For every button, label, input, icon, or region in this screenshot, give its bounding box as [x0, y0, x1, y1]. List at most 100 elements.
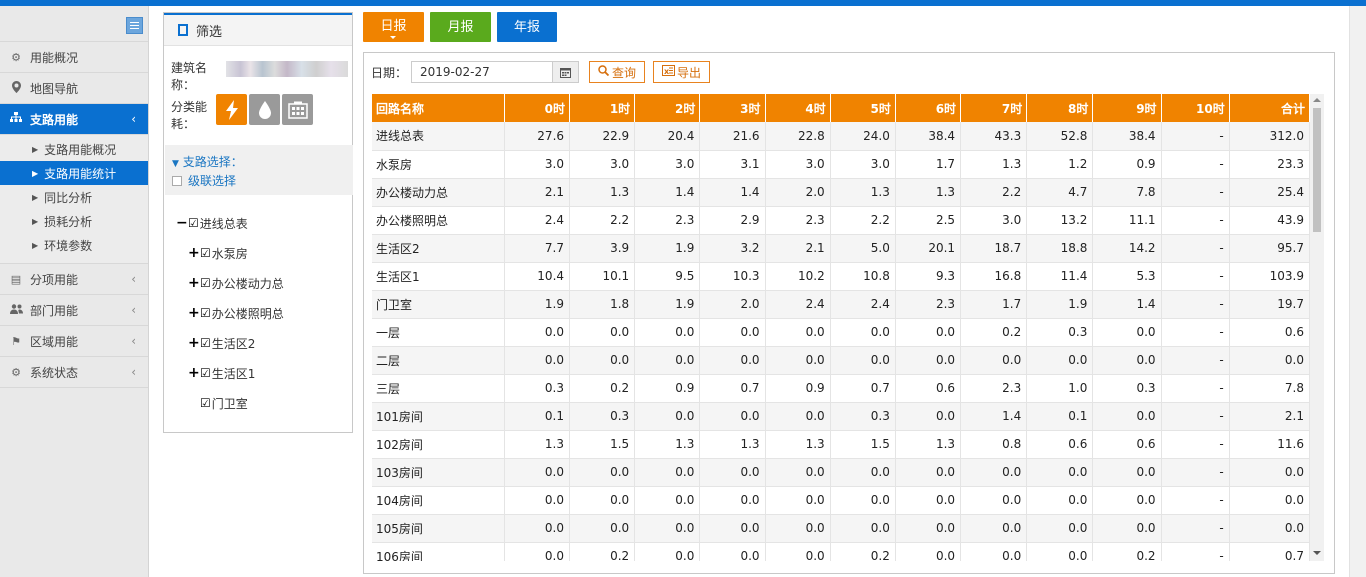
value-cell: 3.0	[765, 150, 831, 179]
sidebar-item-branch-energy[interactable]: 支路用能 ‹	[0, 104, 148, 135]
tree-node[interactable]: + ☑ 生活区1	[176, 358, 284, 388]
table-header-row: 回路名称 0时 1时 2时 3时 4时 5时 6时 7时 8时 9时 10时 合计	[372, 94, 1310, 122]
value-cell: 18.8	[1026, 234, 1094, 263]
table-scrollbar[interactable]	[1310, 94, 1324, 561]
tree-node[interactable]: − ☑ 进线总表	[176, 208, 284, 238]
value-cell: 1.9	[504, 290, 571, 319]
value-cell: 0.3	[569, 402, 636, 431]
value-cell: 0.0	[699, 346, 766, 375]
sidebar-item-department-energy[interactable]: 部门用能 ‹	[0, 295, 148, 326]
value-cell: 0.6	[1092, 430, 1162, 459]
sidebar-item-label: 系统状态	[30, 365, 79, 380]
scroll-up-icon[interactable]	[1313, 98, 1321, 102]
export-button[interactable]: x 导出	[653, 61, 711, 83]
tree-node[interactable]: ☑ 门卫室	[176, 388, 284, 418]
checkbox-checked-icon[interactable]: ☑	[200, 396, 211, 410]
building-icon[interactable]	[282, 94, 313, 125]
value-cell: 1.3	[504, 430, 571, 459]
value-cell: 27.6	[504, 122, 571, 151]
sidebar-subitem-loss-analysis[interactable]: ▶ 损耗分析	[0, 209, 148, 233]
value-cell: 25.4	[1229, 178, 1310, 207]
value-cell: 0.0	[504, 486, 571, 515]
circuit-name-cell: 生活区1	[372, 262, 505, 291]
tree-node[interactable]: + ☑ 办公楼照明总	[176, 298, 284, 328]
tree-node[interactable]: + ☑ 水泵房	[176, 238, 284, 268]
value-cell: 0.0	[1026, 514, 1094, 543]
expand-icon[interactable]: +	[188, 275, 200, 291]
value-cell: 7.8	[1092, 178, 1162, 207]
value-cell: 0.1	[504, 402, 571, 431]
scroll-down-icon[interactable]	[1313, 551, 1321, 555]
column-header: 6时	[895, 94, 962, 122]
yearly-report-button[interactable]: 年报	[497, 12, 557, 42]
sidebar-item-area-energy[interactable]: ⚑ 区域用能 ‹	[0, 326, 148, 357]
sidebar-subitem-yoy-analysis[interactable]: ▶ 同比分析	[0, 185, 148, 209]
table-row: 生活区1 10.4 10.1 9.5 10.3 10.2 10.8 9.3 16.8 11.4 5.…	[372, 262, 1310, 291]
value-cell: -	[1161, 122, 1230, 151]
expand-icon[interactable]: +	[188, 335, 200, 351]
water-icon[interactable]	[249, 94, 280, 125]
checkbox-checked-icon[interactable]: ☑	[188, 216, 199, 230]
chevron-left-icon: ‹	[131, 112, 136, 126]
value-cell: 0.0	[765, 458, 831, 487]
expand-icon[interactable]: +	[188, 365, 200, 381]
date-input[interactable]: 2019-02-27	[411, 61, 580, 83]
expand-icon[interactable]: +	[188, 305, 200, 321]
circuit-name-cell: 一层	[372, 318, 505, 347]
value-cell: 0.0	[830, 346, 896, 375]
value-cell: 2.0	[765, 178, 831, 207]
value-cell: 0.0	[830, 486, 896, 515]
value-cell: 10.8	[830, 262, 896, 291]
value-cell: 0.0	[1229, 346, 1310, 375]
building-name-select[interactable]	[226, 61, 348, 77]
value-cell: 1.2	[1026, 150, 1094, 179]
monthly-report-button[interactable]: 月报	[430, 12, 491, 42]
sidebar-item-itemized-energy[interactable]: ▤ 分项用能 ‹	[0, 264, 148, 295]
electricity-icon[interactable]	[216, 94, 247, 125]
value-cell: 7.7	[504, 234, 571, 263]
sidebar-subitem-branch-overview[interactable]: ▶ 支路用能概况	[0, 137, 148, 161]
value-cell: 0.0	[1229, 514, 1310, 543]
scroll-thumb[interactable]	[1313, 108, 1321, 232]
tree-node[interactable]: + ☑ 办公楼动力总	[176, 268, 284, 298]
value-cell: 0.0	[1026, 542, 1094, 561]
cascade-select[interactable]: 级联选择	[172, 172, 353, 189]
value-cell: 18.7	[960, 234, 1028, 263]
caret-right-icon: ▶	[32, 240, 39, 250]
table-row: 104房间 0.0 0.0 0.0 0.0 0.0 0.0 0.0 0.0 0.0 0.0-0.0	[372, 486, 1310, 515]
value-cell: 0.0	[895, 486, 962, 515]
expand-icon[interactable]: +	[188, 245, 200, 261]
calendar-icon[interactable]	[552, 62, 579, 82]
menu-toggle-icon[interactable]	[126, 17, 143, 34]
sidebar-subitem-branch-statistics[interactable]: ▶ 支路用能统计	[0, 161, 148, 185]
page-scrollbar[interactable]	[1349, 6, 1366, 577]
value-cell: -	[1161, 402, 1230, 431]
checkbox-checked-icon[interactable]: ☑	[200, 366, 211, 380]
checkbox-checked-icon[interactable]: ☑	[200, 306, 211, 320]
value-cell: 0.0	[569, 458, 636, 487]
value-cell: 0.0	[765, 346, 831, 375]
collapse-icon[interactable]: −	[176, 215, 188, 231]
branch-select-toggle[interactable]: ▼ 支路选择：	[172, 153, 353, 170]
circuit-name-cell: 106房间	[372, 542, 505, 561]
value-cell: 0.2	[960, 318, 1028, 347]
tree-node[interactable]: + ☑ 生活区2	[176, 328, 284, 358]
main-panel: 日期： 2019-02-27 查询 x 导出 回路名称 0时 1时 2时 3时 …	[363, 52, 1335, 574]
subitem-label: 同比分析	[44, 190, 93, 205]
query-button[interactable]: 查询	[589, 61, 646, 83]
sidebar-item-system-status[interactable]: ⚙ 系统状态 ‹	[0, 357, 148, 388]
checkbox-checked-icon[interactable]: ☑	[200, 246, 211, 260]
sidebar-item-energy-overview[interactable]: ⚙ 用能概况	[0, 42, 148, 73]
checkbox-checked-icon[interactable]: ☑	[200, 336, 211, 350]
sidebar-subitem-env-params[interactable]: ▶ 环境参数	[0, 233, 148, 257]
circuit-name-cell: 103房间	[372, 458, 505, 487]
sidebar-item-map-nav[interactable]: 地图导航	[0, 73, 148, 104]
daily-report-button[interactable]: 日报	[363, 12, 424, 42]
value-cell: 1.4	[960, 402, 1028, 431]
value-cell: 20.1	[895, 234, 962, 263]
export-button-label: 导出	[677, 65, 702, 80]
table-row: 水泵房 3.0 3.0 3.0 3.1 3.0 3.0 1.7 1.3 1.2 0.9-23.3	[372, 150, 1310, 179]
checkbox-checked-icon[interactable]: ☑	[200, 276, 211, 290]
cascade-checkbox[interactable]	[172, 175, 182, 186]
value-cell: -	[1161, 374, 1230, 403]
